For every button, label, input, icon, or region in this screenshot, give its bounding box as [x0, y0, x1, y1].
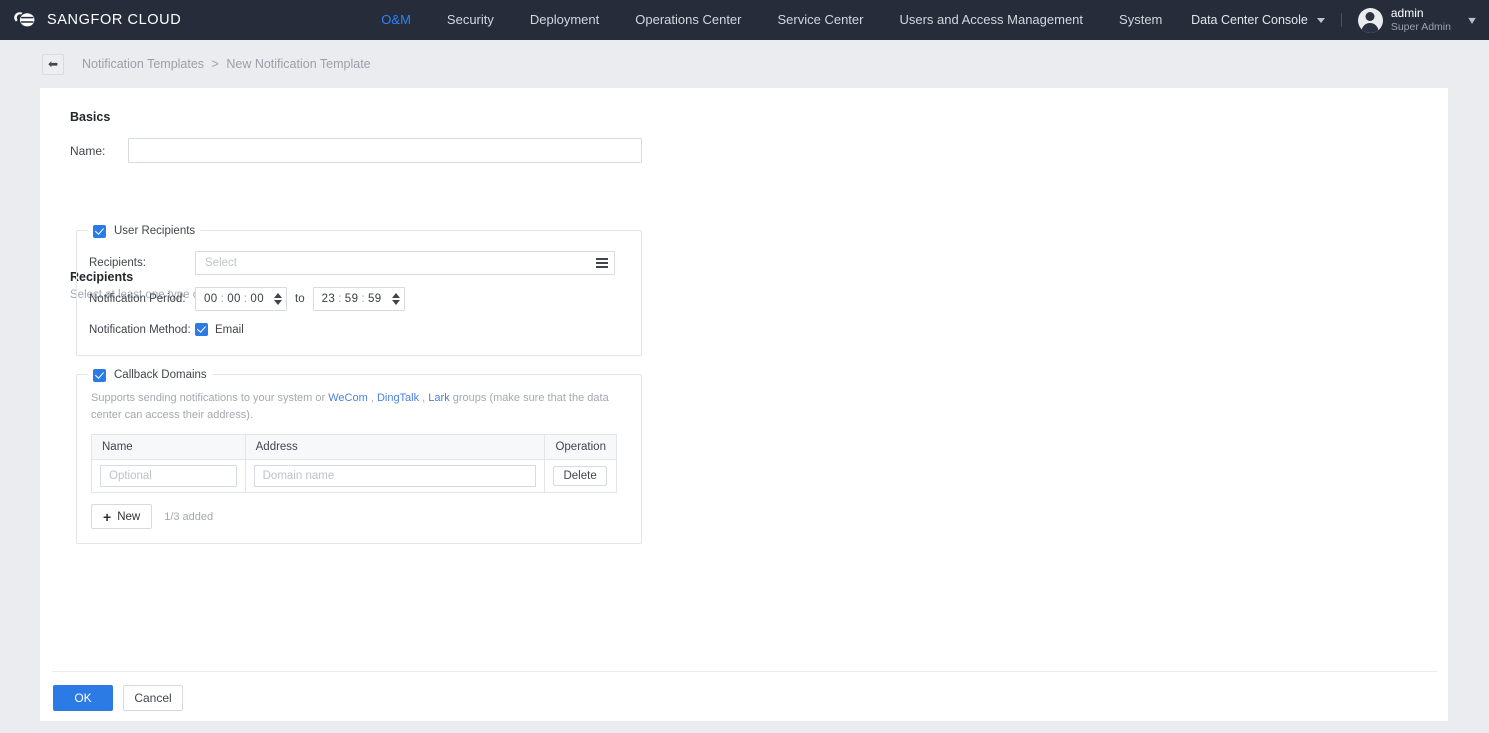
start-time-stepper[interactable]: 00:00:00: [195, 287, 287, 311]
breadcrumb-current: New Notification Template: [226, 57, 371, 71]
back-arrow-icon: ⬅: [47, 57, 59, 71]
end-time-stepper[interactable]: 23:59:59: [312, 287, 405, 311]
start-time-spinner-icon[interactable]: [274, 293, 282, 305]
notification-period-label: Notification Period:: [89, 293, 186, 305]
footer-actions: OK Cancel: [53, 685, 183, 711]
recipients-row: Recipients: Select: [89, 251, 641, 275]
notification-method-label: Notification Method:: [89, 323, 191, 336]
main-nav: O&M Security Deployment Operations Cente…: [363, 0, 1180, 40]
brand-title: SANGFOR CLOUD: [47, 12, 182, 28]
user-name: admin: [1390, 5, 1424, 20]
user-menu[interactable]: admin Super Admin ▾: [1357, 5, 1476, 34]
cell-operation: Delete: [544, 459, 617, 493]
new-domain-button[interactable]: + New: [91, 504, 153, 530]
topbar-right: Data Center Console admin Super Admin ▾: [1191, 0, 1476, 40]
table-header-row: Name Address Operation: [91, 434, 617, 461]
plus-icon: +: [103, 508, 112, 525]
desc-sep-2: ,: [419, 392, 429, 404]
notification-method-row: Notification Method: Email: [89, 323, 641, 336]
content-card: Basics Name: Recipients Select at least …: [40, 88, 1448, 721]
desc-sep-1: ,: [367, 392, 377, 404]
list-select-icon[interactable]: [596, 258, 608, 268]
ok-button[interactable]: OK: [53, 685, 113, 711]
callback-domains-fieldset: Callback Domains Supports sending notifi…: [76, 367, 642, 545]
time-range-to-label: to: [295, 293, 305, 305]
dingtalk-link[interactable]: DingTalk: [377, 392, 419, 404]
desc-text-1: Supports sending notifications to your s…: [91, 392, 329, 404]
new-row-controls: + New 1/3 added: [91, 504, 641, 530]
nav-item-security[interactable]: Security: [429, 0, 512, 40]
back-button[interactable]: ⬅: [42, 53, 64, 75]
avatar: [1357, 7, 1383, 33]
nav-item-users-and-access-management[interactable]: Users and Access Management: [881, 0, 1101, 40]
email-checkbox[interactable]: [195, 323, 208, 336]
callback-domains-legend-label: Callback Domains: [114, 369, 207, 381]
callback-domains-checkbox[interactable]: [93, 368, 106, 382]
start-time-value: 00:00:00: [204, 293, 264, 305]
recipients-select-placeholder: Select: [205, 257, 237, 269]
domain-name-input[interactable]: [100, 465, 237, 488]
callback-domains-table: Name Address Operation Delete: [91, 434, 617, 494]
cell-address: [245, 459, 546, 493]
recipients-select[interactable]: Select: [195, 251, 615, 275]
nav-item-system[interactable]: System: [1101, 0, 1180, 40]
end-time-spinner-icon[interactable]: [391, 293, 400, 305]
user-recipients-checkbox[interactable]: [93, 224, 106, 238]
nav-item-service-center[interactable]: Service Center: [760, 0, 882, 40]
delete-button[interactable]: Delete: [553, 466, 607, 487]
user-role: Super Admin: [1390, 20, 1451, 33]
footer-divider: [52, 671, 1437, 672]
notification-period-row: Notification Period: 00:00:00 to 23:59:5…: [89, 287, 641, 311]
cloud-logo-icon: [12, 9, 38, 31]
lark-link[interactable]: Lark: [428, 392, 449, 404]
breadcrumb-separator: >: [211, 57, 219, 71]
breadcrumb: Notification Templates > New Notificatio…: [82, 57, 371, 71]
name-field-row: Name:: [70, 138, 642, 163]
name-label: Name:: [70, 143, 106, 158]
console-selector[interactable]: Data Center Console: [1191, 13, 1325, 27]
column-header-operation: Operation: [544, 434, 617, 461]
email-method-option[interactable]: Email: [195, 323, 244, 336]
recipients-label: Recipients:: [89, 257, 146, 269]
nav-item-om[interactable]: O&M: [363, 0, 429, 40]
domain-address-input[interactable]: [253, 465, 537, 488]
nav-item-operations-center[interactable]: Operations Center: [617, 0, 759, 40]
chevron-down-icon: ▾: [1468, 13, 1476, 27]
breadcrumb-parent[interactable]: Notification Templates: [82, 57, 204, 71]
brand-logo-area[interactable]: SANGFOR CLOUD: [12, 9, 181, 31]
callback-domains-legend: Callback Domains: [87, 367, 213, 383]
cancel-button[interactable]: Cancel: [123, 685, 183, 711]
callback-domains-description: Supports sending notifications to your s…: [91, 390, 627, 424]
email-label: Email: [215, 323, 244, 336]
user-recipients-legend: User Recipients: [87, 223, 202, 239]
wecom-link[interactable]: WeCom: [328, 392, 368, 404]
console-selector-label: Data Center Console: [1191, 13, 1308, 27]
section-title-basics: Basics: [70, 110, 111, 124]
top-navigation-bar: SANGFOR CLOUD O&M Security Deployment Op…: [0, 0, 1489, 40]
cell-name: [91, 459, 246, 493]
breadcrumb-bar: ⬅ Notification Templates > New Notificat…: [0, 40, 1489, 88]
user-recipients-fieldset: User Recipients Recipients: Select Notif…: [76, 223, 642, 356]
added-count-label: 1/3 added: [164, 510, 214, 523]
name-input[interactable]: [128, 138, 642, 163]
nav-item-deployment[interactable]: Deployment: [512, 0, 617, 40]
new-domain-button-label: New: [117, 510, 141, 523]
column-header-address: Address: [245, 434, 546, 461]
end-time-value: 23:59:59: [321, 293, 382, 305]
chevron-down-icon: [1316, 17, 1325, 23]
divider: [1340, 13, 1342, 27]
column-header-name: Name: [91, 434, 246, 461]
user-recipients-legend-label: User Recipients: [114, 225, 196, 237]
table-row: Delete: [91, 459, 617, 493]
